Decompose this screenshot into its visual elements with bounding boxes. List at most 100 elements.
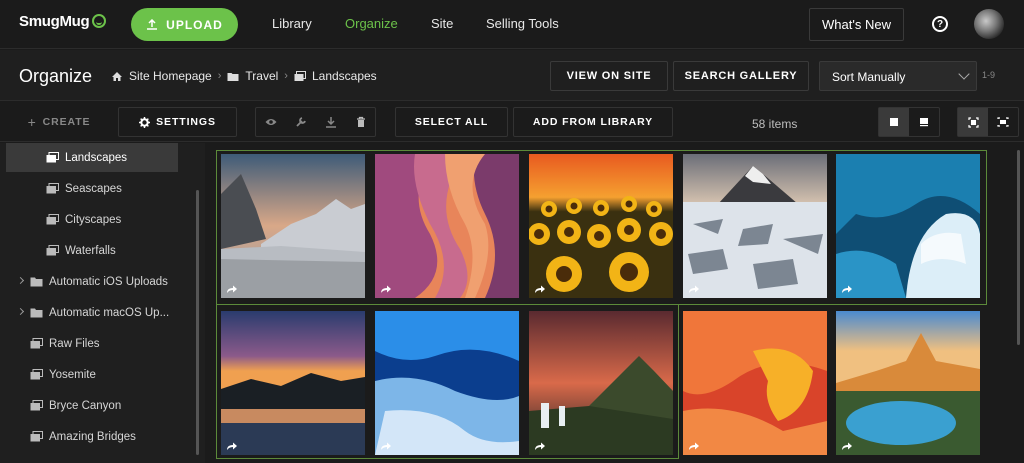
photo-thumb-kirkjufell-ice[interactable] [683, 154, 827, 298]
gallery-icon [46, 214, 59, 225]
photo-thumb-yosemite[interactable] [221, 154, 365, 298]
fit-toggle [957, 107, 1019, 137]
photo-image [375, 154, 519, 298]
upload-button[interactable]: UPLOAD [131, 8, 238, 41]
sidebar-item-yosemite[interactable]: Yosemite [6, 360, 178, 389]
share-icon [381, 442, 391, 450]
plus-icon: + [27, 114, 37, 130]
breadcrumb-separator: › [217, 70, 222, 82]
sidebar-item-automatic-macos-uploads[interactable]: Automatic macOS Up... [6, 298, 178, 327]
gallery-icon [30, 369, 43, 380]
sidebar-item-label: Automatic iOS Uploads [49, 275, 168, 288]
gallery-icon [294, 70, 306, 81]
sidebar-item-bryce-canyon[interactable]: Bryce Canyon [6, 391, 178, 420]
toolbar: + CREATE SETTINGS SELECT ALL ADD FROM LI… [0, 102, 1024, 142]
sidebar-item-label: Waterfalls [65, 244, 116, 257]
gallery-icon [30, 400, 43, 411]
question-circle-icon[interactable]: ? [932, 16, 948, 32]
gallery-icon [30, 338, 43, 349]
sidebar-item-label: Cityscapes [65, 213, 122, 226]
add-from-library-button[interactable]: ADD FROM LIBRARY [513, 107, 673, 137]
sort-value: Sort Manually [832, 70, 906, 84]
photo-thumb-lava-flow[interactable] [683, 311, 827, 455]
whats-new-button[interactable]: What's New [809, 8, 904, 41]
create-label: CREATE [42, 116, 91, 128]
nav-selling-tools[interactable]: Selling Tools [486, 16, 559, 31]
grid-scrollbar[interactable] [1017, 150, 1020, 345]
select-all-button[interactable]: SELECT ALL [395, 107, 508, 137]
home-icon [112, 71, 122, 81]
photo-thumb-alpine-lake[interactable] [836, 311, 980, 455]
breadcrumb-travel[interactable]: Travel [245, 69, 278, 83]
share-icon [689, 442, 699, 450]
download-icon[interactable] [316, 107, 346, 137]
gear-icon [139, 116, 151, 128]
share-icon [535, 285, 545, 293]
top-nav: SmugMug UPLOAD Library Organize Site Sel… [0, 0, 1024, 49]
folder-icon [227, 72, 239, 81]
sidebar-item-seascapes[interactable]: Seascapes [6, 174, 178, 203]
page-title: Organize [19, 66, 93, 86]
settings-button[interactable]: SETTINGS [118, 107, 237, 137]
detail-view-icon[interactable] [909, 108, 939, 136]
sidebar-item-label: Yosemite [49, 368, 96, 381]
breadcrumb: Site Homepage › Travel › Landscapes [111, 69, 377, 83]
gallery-sidebar: Landscapes Seascapes Cityscapes Waterfal… [0, 143, 205, 463]
share-icon [227, 285, 237, 293]
avatar[interactable] [974, 9, 1004, 39]
create-button[interactable]: + CREATE [18, 107, 100, 137]
sidebar-item-landscapes[interactable]: Landscapes [6, 143, 178, 172]
upload-label: UPLOAD [166, 17, 223, 32]
sort-select[interactable]: Sort Manually [819, 61, 977, 91]
crop-fill-icon[interactable] [958, 108, 988, 136]
photo-thumb-kirkjufellsfoss[interactable] [529, 311, 673, 455]
sidebar-item-label: Automatic macOS Up... [49, 306, 170, 319]
chevron-right-icon[interactable] [16, 276, 25, 285]
folder-icon [30, 308, 43, 318]
share-icon [842, 285, 852, 293]
share-icon [381, 285, 391, 293]
sidebar-item-cityscapes[interactable]: Cityscapes [6, 205, 178, 234]
photo-image [683, 311, 827, 455]
large-thumb-view-icon[interactable] [879, 108, 909, 136]
logo-text: SmugMug [19, 13, 90, 30]
share-icon [535, 442, 545, 450]
chevron-right-icon[interactable] [16, 307, 25, 316]
sidebar-item-amazing-bridges[interactable]: Amazing Bridges [6, 422, 178, 451]
sidebar-item-waterfalls[interactable]: Waterfalls [6, 236, 178, 265]
photo-thumb-glacier-river[interactable] [375, 311, 519, 455]
chevron-down-icon [958, 68, 970, 80]
photo-thumb-sunflowers[interactable] [529, 154, 673, 298]
folder-icon [30, 277, 43, 287]
search-gallery-button[interactable]: SEARCH GALLERY [673, 61, 809, 91]
smugmug-logo[interactable]: SmugMug [19, 13, 107, 30]
wrench-icon[interactable] [286, 107, 316, 137]
share-icon [227, 442, 237, 450]
nav-organize[interactable]: Organize [345, 16, 398, 31]
breadcrumb-landscapes[interactable]: Landscapes [312, 69, 377, 83]
photo-thumb-antelope-canyon[interactable] [375, 154, 519, 298]
photo-image [221, 311, 365, 455]
fit-expand-icon[interactable] [988, 108, 1018, 136]
page-range: 1-9 [982, 70, 996, 80]
settings-label: SETTINGS [156, 116, 216, 128]
trash-icon[interactable] [346, 107, 376, 137]
eye-icon[interactable] [256, 107, 286, 137]
photo-thumb-ice-cave[interactable] [836, 154, 980, 298]
gallery-icon [46, 152, 59, 163]
share-icon [689, 285, 699, 293]
photo-image [221, 154, 365, 298]
photo-image [375, 311, 519, 455]
nav-library[interactable]: Library [272, 16, 312, 31]
photo-image [836, 154, 980, 298]
sidebar-scrollbar[interactable] [196, 190, 199, 455]
item-count: 58 items [752, 117, 798, 131]
sidebar-item-raw-files[interactable]: Raw Files [6, 329, 178, 358]
photo-image [836, 311, 980, 455]
photo-thumb-lake-sunset[interactable] [221, 311, 365, 455]
breadcrumb-site-homepage[interactable]: Site Homepage [129, 69, 212, 83]
nav-site[interactable]: Site [431, 16, 453, 31]
sidebar-item-label: Landscapes [65, 151, 128, 164]
view-on-site-button[interactable]: VIEW ON SITE [550, 61, 668, 91]
sidebar-item-automatic-ios-uploads[interactable]: Automatic iOS Uploads [6, 267, 178, 296]
